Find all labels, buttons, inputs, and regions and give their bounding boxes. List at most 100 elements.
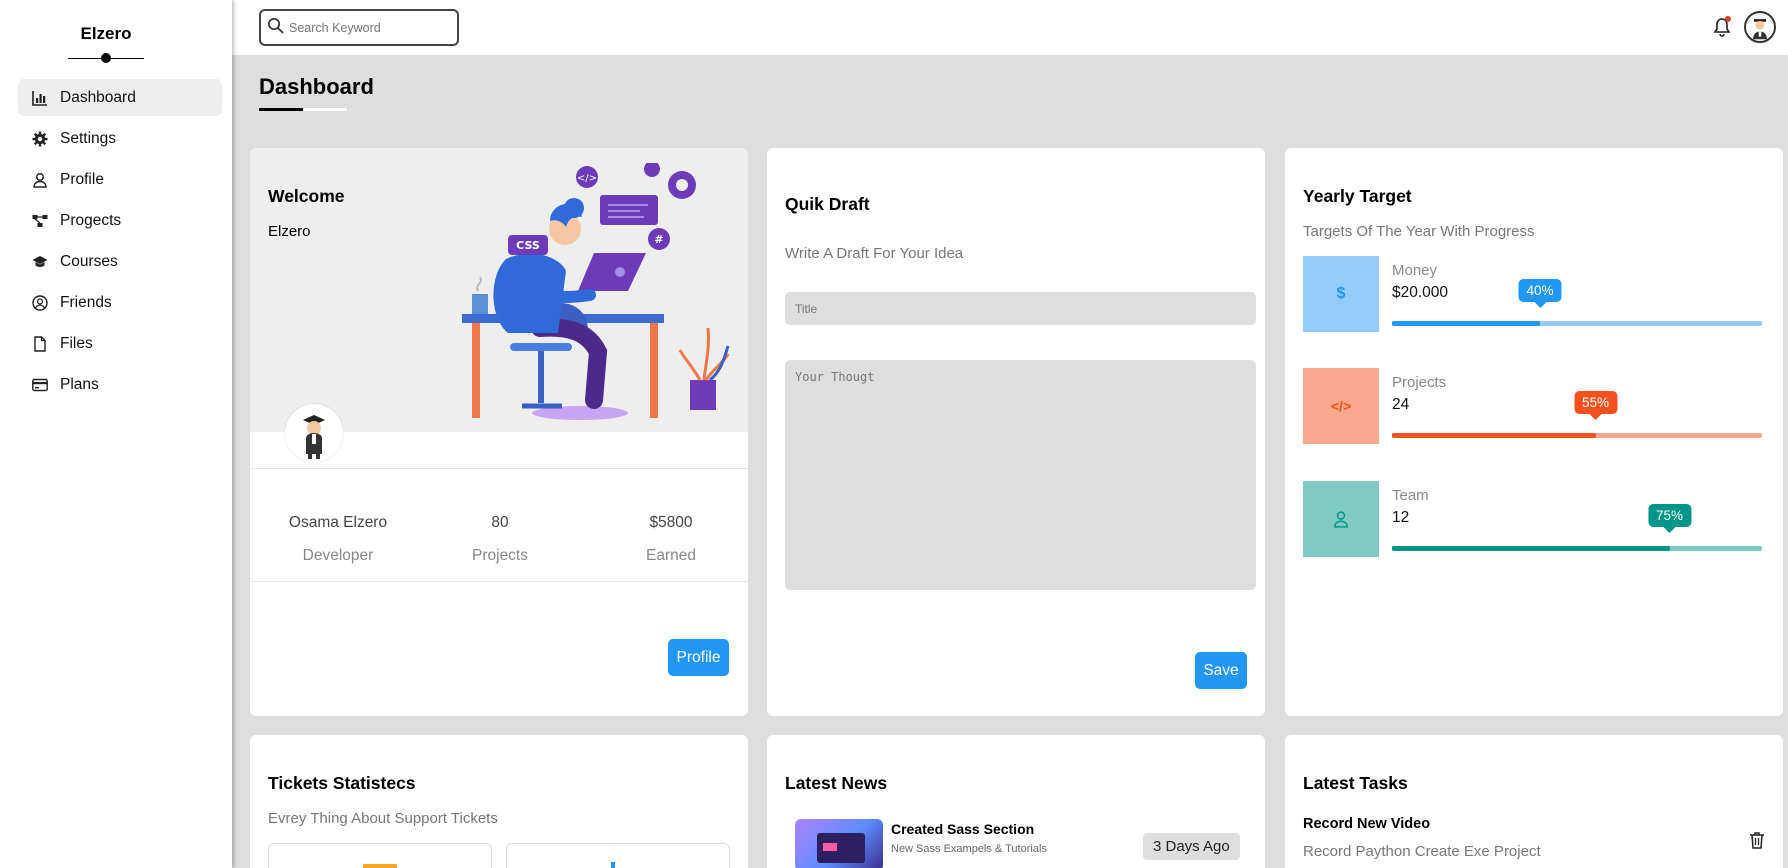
target-title: Yearly Target (1303, 186, 1412, 206)
user-icon (1334, 511, 1348, 528)
ticket-stat-box (506, 843, 730, 868)
target-row-projects: </> Projects 24 55% (1303, 368, 1763, 444)
news-item-title[interactable]: Created Sass Section (891, 821, 1034, 837)
target-progress-bar (1392, 546, 1762, 551)
tickets-card: Tickets Statistecs Evrey Thing About Sup… (250, 735, 748, 868)
tasks-title: Latest Tasks (1303, 773, 1408, 793)
chart-icon (32, 90, 48, 106)
profile-button[interactable]: Profile (668, 639, 729, 676)
draft-title: Quik Draft (785, 194, 870, 214)
svg-text:CSS: CSS (516, 239, 540, 252)
ticket-icon (363, 864, 397, 868)
latest-news-card: Latest News Created Sass Section New Sas… (767, 735, 1265, 868)
svg-text:</>: </> (577, 173, 597, 184)
stat-earned: $5800 Earned (591, 514, 748, 565)
target-icon-box: </> (1303, 368, 1379, 444)
news-thumbnail (795, 819, 883, 868)
task-item-title: Record New Video (1303, 816, 1431, 832)
target-row-team: Team 12 75% (1303, 481, 1763, 557)
sidebar-item-courses[interactable]: Courses (18, 243, 222, 280)
stat-label: Projects (472, 547, 528, 564)
target-icon-box: $ (1303, 256, 1379, 332)
tickets-title: Tickets Statistecs (268, 773, 416, 793)
yearly-target-card: Yearly Target Targets Of The Year With P… (1285, 148, 1783, 716)
target-row-money: $ Money $20.000 40% (1303, 256, 1763, 332)
target-value: $20.000 (1392, 284, 1449, 301)
stat-value: $5800 (649, 514, 693, 531)
sidebar-item-friends[interactable]: Friends (18, 284, 222, 321)
draft-body-textarea[interactable] (785, 360, 1256, 590)
sidebar-item-label: Settings (60, 129, 117, 147)
tickets-subtitle: Evrey Thing About Support Tickets (268, 810, 498, 827)
developer-illustration: CSS </> # (462, 163, 730, 420)
stat-label: Developer (302, 547, 374, 564)
target-progress-label: 55% (1573, 391, 1618, 420)
dollar-icon: $ (1336, 285, 1346, 302)
sidebar-item-label: Progects (60, 211, 122, 229)
title-underline (259, 108, 347, 111)
stat-value: 80 (491, 514, 509, 531)
sidebar-item-profile[interactable]: Profile (18, 161, 222, 198)
user-icon (32, 172, 48, 188)
target-progress-bar (1392, 433, 1762, 438)
save-button[interactable]: Save (1195, 652, 1247, 689)
quick-draft-card: Quik Draft Write A Draft For Your Idea S… (767, 148, 1265, 716)
sidebar-item-files[interactable]: Files (18, 325, 222, 362)
ticket-icon (611, 862, 615, 868)
welcome-title: Welcome (268, 186, 345, 206)
notification-dot (1725, 16, 1731, 22)
credit-card-icon (32, 377, 48, 393)
task-item-desc: Record Paython Create Exe Project (1303, 843, 1541, 860)
news-item-desc: New Sass Exampels & Tutorials (891, 843, 1047, 855)
search-input[interactable] (289, 20, 449, 35)
latest-tasks-card: Latest Tasks Record New Video Record Pay… (1285, 735, 1783, 868)
sidebar: Elzero Dashboard Settings Profile Progec… (0, 0, 232, 868)
target-progress-fill (1392, 433, 1596, 438)
stat-name: Osama Elzero Developer (258, 514, 418, 565)
avatar[interactable] (1744, 11, 1776, 43)
stat-projects: 80 Projects (420, 514, 580, 565)
page-title: Dashboard (259, 74, 374, 99)
brand-logo: Elzero (80, 24, 132, 43)
user-circle-icon (32, 294, 48, 311)
target-progress-label: 40% (1518, 279, 1562, 308)
stat-value: Osama Elzero (288, 514, 388, 531)
target-progress-fill (1392, 546, 1670, 551)
brand-decoration (68, 53, 144, 63)
news-title: Latest News (785, 773, 888, 793)
sidebar-item-label: Profile (60, 170, 104, 188)
sidebar-item-settings[interactable]: Settings (18, 120, 222, 157)
target-subtitle: Targets Of The Year With Progress (1303, 223, 1535, 240)
graduation-cap-icon (32, 254, 48, 270)
code-icon: </> (1330, 398, 1352, 414)
sidebar-item-progects[interactable]: Progects (18, 202, 222, 239)
target-progress-fill (1392, 321, 1540, 326)
sidebar-item-label: Courses (60, 252, 118, 270)
svg-text:#: # (654, 233, 663, 246)
sidebar-item-dashboard[interactable]: Dashboard (18, 79, 222, 116)
trash-icon[interactable] (1749, 831, 1765, 849)
target-name: Team (1392, 487, 1429, 504)
file-icon (32, 335, 48, 352)
draft-title-input[interactable] (785, 292, 1256, 325)
top-header (232, 0, 1788, 55)
target-value: 24 (1392, 396, 1410, 413)
sidebar-nav: Dashboard Settings Profile Progects Cour… (18, 79, 222, 407)
target-progress-bar (1392, 321, 1762, 326)
search-icon (267, 17, 289, 39)
draft-subtitle: Write A Draft For Your Idea (785, 245, 964, 262)
target-icon-box (1303, 481, 1379, 557)
welcome-card: Welcome Elzero CSS </> # Osama Elzero De… (250, 148, 748, 716)
target-progress-label: 75% (1647, 504, 1692, 533)
search-box[interactable] (259, 9, 459, 46)
welcome-stats: Osama Elzero Developer 80 Projects $5800… (250, 468, 748, 582)
gear-icon (32, 131, 48, 147)
target-value: 12 (1392, 509, 1410, 526)
sidebar-item-plans[interactable]: Plans (18, 366, 222, 403)
news-item-time: 3 Days Ago (1143, 833, 1240, 860)
sidebar-item-label: Dashboard (60, 88, 136, 106)
welcome-name: Elzero (268, 223, 311, 240)
sidebar-item-label: Plans (60, 375, 99, 393)
ticket-stat-box (268, 843, 492, 868)
target-name: Projects (1392, 374, 1447, 391)
